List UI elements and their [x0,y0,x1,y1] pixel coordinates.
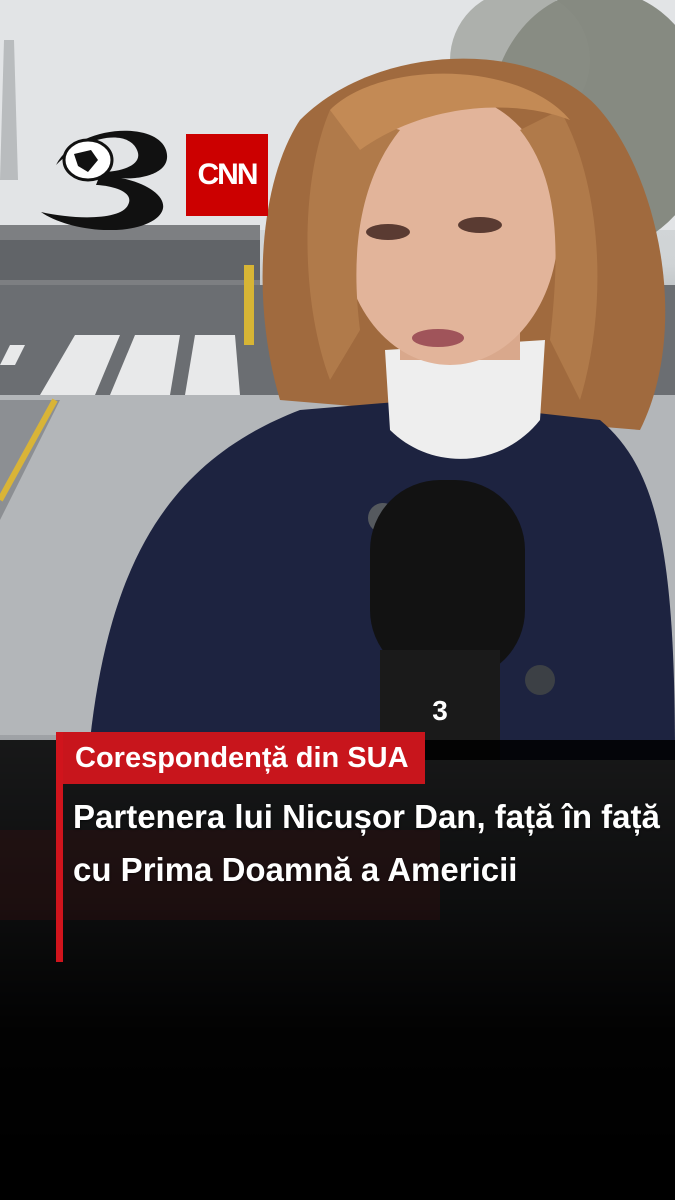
section-tag: Corespondență din SUA [63,732,425,784]
channel-logo [36,120,181,230]
cnn-logo-text: CNN [197,158,259,191]
headline: Partenera lui Nicușor Dan, față în față … [73,798,660,888]
accent-bar [56,732,63,962]
section-tag-label: Corespondență din SUA [75,741,409,774]
cnn-logo: CNN [186,134,268,216]
svg-text:3: 3 [432,695,448,726]
antena3-globe-logo-icon [41,130,168,230]
video-frame[interactable]: 3 CNN Corespondență din SUA Partenera lu… [0,0,675,1200]
